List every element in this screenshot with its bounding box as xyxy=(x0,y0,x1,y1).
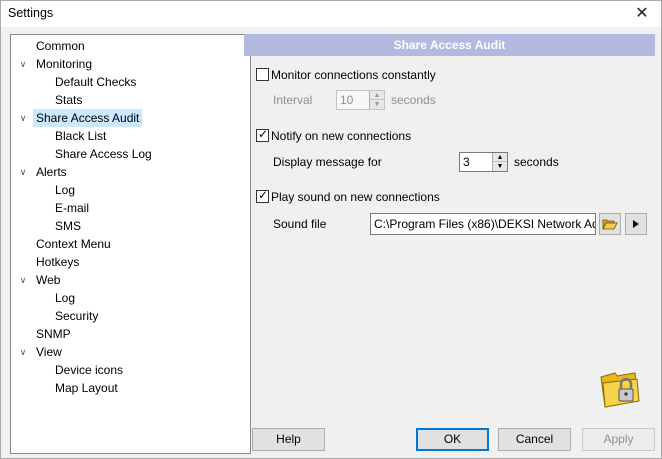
tree-item-web[interactable]: Web xyxy=(33,271,63,289)
tree-item-security[interactable]: Security xyxy=(52,307,101,325)
play-icon xyxy=(633,220,639,228)
chevron-down-icon[interactable]: ∨ xyxy=(18,59,28,69)
notify-new-connections-label: Notify on new connections xyxy=(271,129,412,143)
tree-item-snmp[interactable]: SNMP xyxy=(33,325,74,343)
sound-file-input[interactable]: C:\Program Files (x86)\DEKSI Network Ad xyxy=(370,213,596,235)
notify-new-connections-checkbox[interactable]: ✓ xyxy=(256,127,269,142)
lock-folder-icon xyxy=(600,372,640,408)
spin-up-icon[interactable]: ▲ xyxy=(370,91,384,100)
spin-down-icon[interactable]: ▼ xyxy=(370,100,384,109)
tree-item-default-checks[interactable]: Default Checks xyxy=(52,73,139,91)
chevron-down-icon[interactable]: ∨ xyxy=(18,113,28,123)
chevron-down-icon[interactable]: ∨ xyxy=(18,347,28,357)
browse-sound-button[interactable] xyxy=(599,213,621,235)
display-message-value: 3 xyxy=(463,155,470,169)
display-message-spin-arrows[interactable]: ▲ ▼ xyxy=(492,153,507,171)
monitor-constantly-label: Monitor connections constantly xyxy=(271,68,436,82)
settings-tree[interactable]: Common ∨ Monitoring Default Checks Stats… xyxy=(10,34,251,454)
checkmark-icon: ✓ xyxy=(258,127,269,141)
play-sound-button[interactable] xyxy=(625,213,647,235)
display-message-unit: seconds xyxy=(514,155,559,169)
tree-item-device-icons[interactable]: Device icons xyxy=(52,361,126,379)
tree-item-monitoring[interactable]: Monitoring xyxy=(33,55,95,73)
tree-item-hotkeys[interactable]: Hotkeys xyxy=(33,253,82,271)
interval-label: Interval xyxy=(273,93,313,107)
folder-open-icon xyxy=(602,219,618,230)
ok-button[interactable]: OK xyxy=(416,428,489,451)
tree-item-web-log[interactable]: Log xyxy=(52,289,78,307)
interval-value: 10 xyxy=(340,93,354,107)
chevron-down-icon[interactable]: ∨ xyxy=(18,167,28,177)
interval-spin-arrows[interactable]: ▲ ▼ xyxy=(369,91,384,109)
help-button[interactable]: Help xyxy=(252,428,325,451)
tree-item-sms[interactable]: SMS xyxy=(52,217,84,235)
tree-item-black-list[interactable]: Black List xyxy=(52,127,109,145)
tree-item-context-menu[interactable]: Context Menu xyxy=(33,235,114,253)
monitor-constantly-checkbox[interactable] xyxy=(256,68,269,81)
sound-file-value: C:\Program Files (x86)\DEKSI Network Ad xyxy=(374,217,596,231)
checkmark-icon: ✓ xyxy=(258,188,269,202)
tree-item-share-access-audit[interactable]: Share Access Audit xyxy=(33,109,143,127)
tree-item-alerts-log[interactable]: Log xyxy=(52,181,78,199)
cancel-button[interactable]: Cancel xyxy=(498,428,571,451)
play-sound-label: Play sound on new connections xyxy=(271,190,440,204)
display-message-label: Display message for xyxy=(273,155,382,169)
tree-item-common[interactable]: Common xyxy=(33,37,88,55)
title-bar: Settings ✕ xyxy=(1,1,661,27)
panel-header: Share Access Audit xyxy=(244,34,655,56)
window-title: Settings xyxy=(8,6,54,20)
tree-item-alerts[interactable]: Alerts xyxy=(33,163,70,181)
tree-item-stats[interactable]: Stats xyxy=(52,91,85,109)
settings-window: Settings ✕ Common ∨ Monitoring Default C… xyxy=(0,0,662,459)
interval-unit: seconds xyxy=(391,93,436,107)
tree-item-share-access-log[interactable]: Share Access Log xyxy=(52,145,155,163)
tree-item-map-layout[interactable]: Map Layout xyxy=(52,379,121,397)
tree-item-email[interactable]: E-mail xyxy=(52,199,92,217)
spin-up-icon[interactable]: ▲ xyxy=(493,153,507,162)
display-message-spinner[interactable]: 3 ▲ ▼ xyxy=(459,152,508,172)
close-icon[interactable]: ✕ xyxy=(623,1,661,27)
play-sound-checkbox[interactable]: ✓ xyxy=(256,188,269,203)
tree-item-view[interactable]: View xyxy=(33,343,65,361)
chevron-down-icon[interactable]: ∨ xyxy=(18,275,28,285)
interval-spinner[interactable]: 10 ▲ ▼ xyxy=(336,90,385,110)
apply-button[interactable]: Apply xyxy=(582,428,655,451)
spin-down-icon[interactable]: ▼ xyxy=(493,162,507,171)
sound-file-label: Sound file xyxy=(273,217,327,231)
